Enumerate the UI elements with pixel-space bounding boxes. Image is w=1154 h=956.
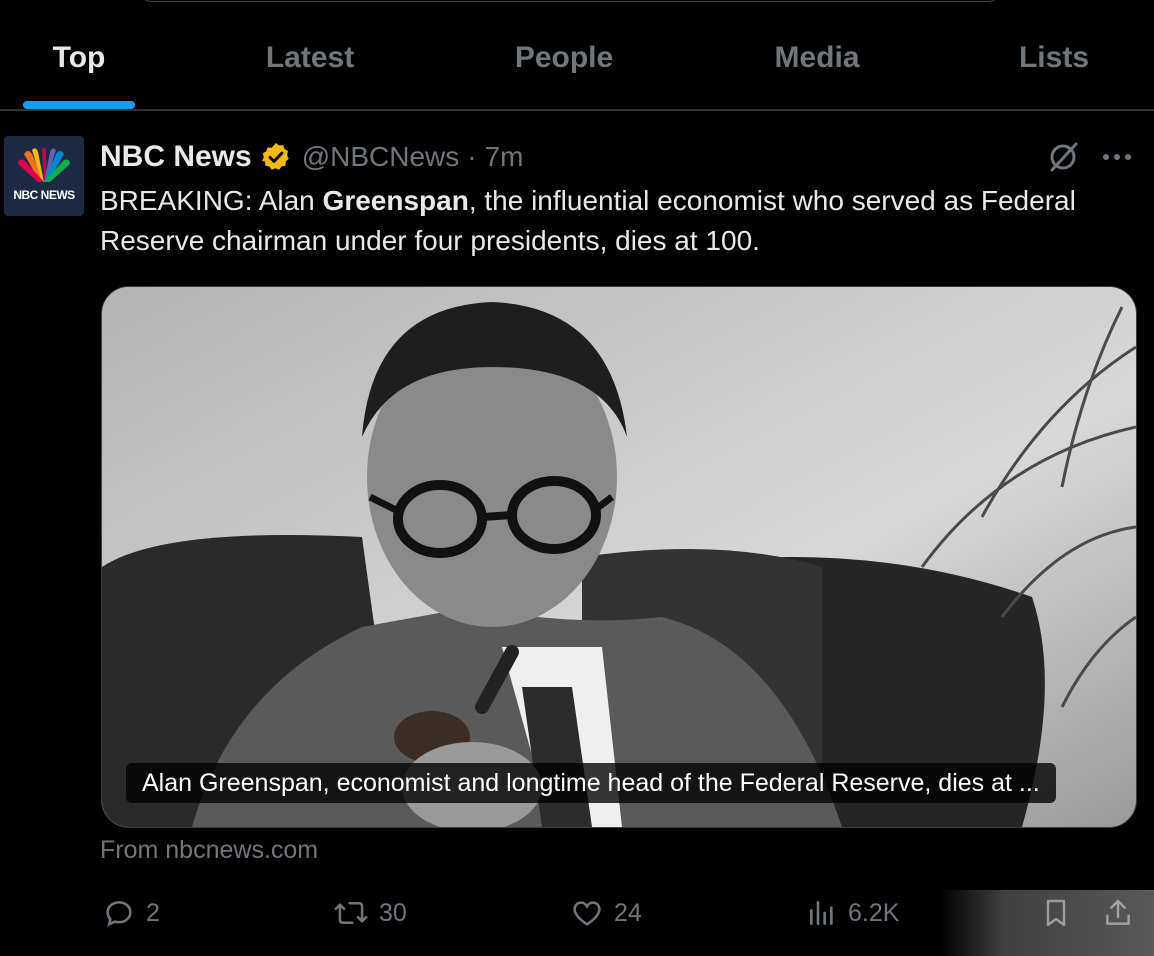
bookmark-icon[interactable] bbox=[1040, 896, 1072, 930]
separator-dot: · bbox=[467, 141, 477, 172]
repost-button[interactable]: 30 bbox=[333, 893, 407, 933]
repost-icon bbox=[334, 902, 368, 924]
reply-count: 2 bbox=[146, 898, 160, 927]
handle[interactable]: @NBCNews bbox=[302, 141, 460, 173]
like-count: 24 bbox=[614, 898, 642, 927]
like-button[interactable]: 24 bbox=[570, 893, 642, 933]
tweet-text-bold[interactable]: Greenspan bbox=[323, 185, 469, 216]
tab-people[interactable]: People bbox=[515, 38, 613, 78]
search-tabs: Top Latest People Media Lists bbox=[0, 0, 1154, 111]
tab-lists[interactable]: Lists bbox=[1019, 38, 1089, 78]
views-count: 6.2K bbox=[848, 898, 900, 927]
card-caption: Alan Greenspan, economist and longtime h… bbox=[126, 763, 1056, 803]
share-icon[interactable] bbox=[1102, 896, 1134, 930]
avatar[interactable]: NBC NEWS bbox=[4, 136, 84, 216]
reply-icon bbox=[106, 901, 132, 927]
article-photo bbox=[102, 287, 1136, 827]
repost-count: 30 bbox=[379, 898, 407, 927]
active-tab-indicator bbox=[23, 101, 135, 109]
tab-media[interactable]: Media bbox=[774, 38, 859, 78]
grok-icon[interactable] bbox=[1046, 140, 1080, 174]
timestamp[interactable]: 7m bbox=[485, 141, 524, 173]
reply-button[interactable]: 2 bbox=[102, 893, 160, 933]
display-name[interactable]: NBC News bbox=[100, 140, 252, 174]
tab-top[interactable]: Top bbox=[53, 38, 106, 78]
views-chart-icon bbox=[810, 901, 833, 925]
views-button[interactable]: 6.2K bbox=[806, 893, 899, 933]
nbc-peacock-logo bbox=[18, 147, 70, 182]
more-options-icon[interactable] bbox=[1100, 140, 1134, 174]
tab-latest[interactable]: Latest bbox=[266, 38, 354, 78]
tweet-text-prefix: BREAKING: Alan bbox=[100, 185, 323, 216]
tweet-header: NBC News @NBCNews · 7m bbox=[100, 137, 524, 177]
tabs-divider bbox=[0, 109, 1154, 111]
heart-icon bbox=[573, 901, 601, 926]
source-link[interactable]: From nbcnews.com bbox=[100, 836, 318, 865]
verified-badge-icon[interactable] bbox=[260, 141, 292, 173]
tweet-text: BREAKING: Alan Greenspan, the influentia… bbox=[100, 181, 1120, 261]
avatar-label: NBC NEWS bbox=[13, 188, 75, 202]
link-preview-card[interactable]: Alan Greenspan, economist and longtime h… bbox=[101, 286, 1137, 828]
